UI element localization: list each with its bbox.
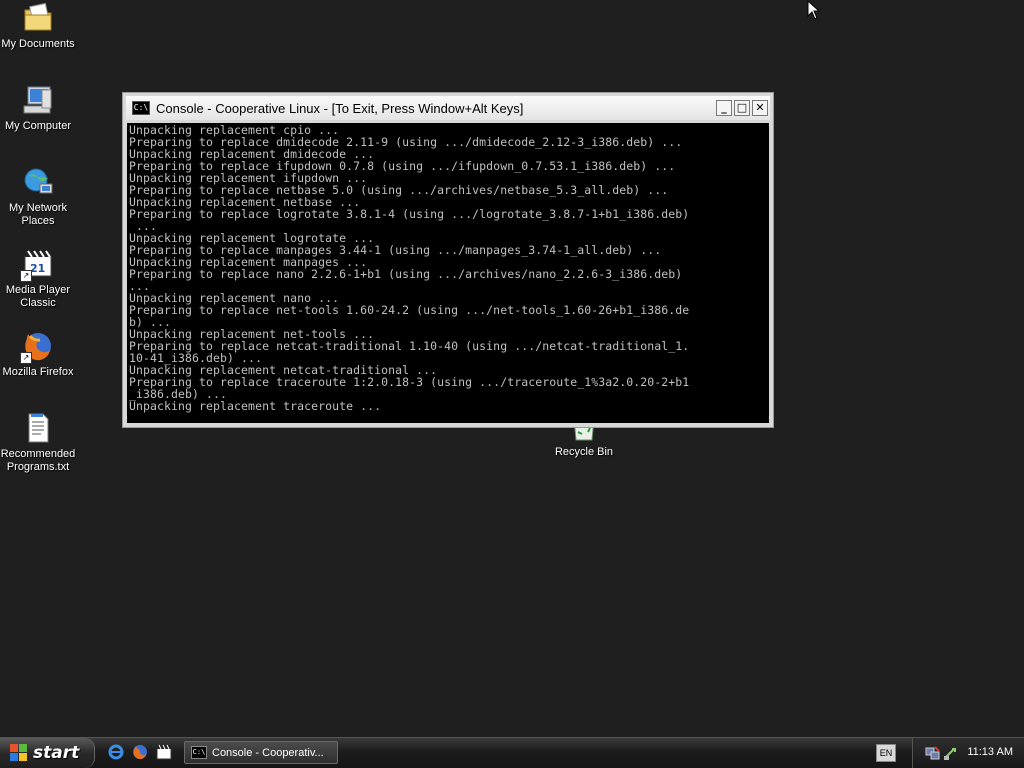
text-file-icon [22,412,54,444]
network-places-icon [22,166,54,198]
system-tray: 11:13 AM [912,738,1024,768]
desktop-icon-label: Recommended Programs.txt [0,448,76,473]
console-output-area[interactable]: Unpacking replacement cpio ... Preparing… [127,123,769,423]
shortcut-arrow-icon: ↗ [20,270,32,282]
desktop-icon-my-documents[interactable]: My Documents [0,2,76,51]
desktop-icon-media-player[interactable]: 21 ↗ Media Player Classic [0,248,76,310]
clock[interactable]: 11:13 AM [967,746,1013,758]
desktop-icon-label: Media Player Classic [5,284,71,309]
taskbar: start C:\ Console - Cooperativ... EN 11:… [0,737,1024,768]
desktop-icon-my-computer[interactable]: My Computer [0,84,76,133]
start-button[interactable]: start [0,738,95,768]
console-text: Unpacking replacement cpio ... Preparing… [129,123,690,413]
desktop-icon-firefox[interactable]: ↗ Mozilla Firefox [0,330,76,379]
desktop-icon-network-places[interactable]: My Network Places [0,166,76,228]
svg-text:21: 21 [30,262,45,275]
console-window-icon: C:\ [191,746,207,759]
desktop-icon-label: My Documents [1,38,75,50]
desktop-icon-label: My Network Places [8,202,68,227]
minimize-button[interactable]: _ [716,100,732,116]
media-player-icon[interactable] [156,744,172,760]
media-player-icon: 21 ↗ [20,248,54,282]
internet-explorer-icon[interactable] [108,744,124,760]
firefox-icon[interactable] [132,744,148,760]
my-computer-icon [22,84,54,116]
desktop-icon-recommended-programs[interactable]: Recommended Programs.txt [0,412,76,474]
safely-remove-hardware-icon[interactable] [943,745,957,764]
shortcut-arrow-icon: ↗ [20,352,32,364]
console-window[interactable]: C:\ Console - Cooperative Linux - [To Ex… [122,92,774,428]
language-indicator[interactable]: EN [876,744,896,762]
start-label: start [33,743,80,763]
mouse-cursor-icon [807,0,821,23]
network-status-icon[interactable] [925,745,941,764]
taskbar-button-console[interactable]: C:\ Console - Cooperativ... [184,741,338,764]
maximize-button[interactable]: □ [734,100,750,116]
console-window-icon: C:\ [132,101,150,115]
windows-logo-icon [10,744,28,762]
desktop-icon-label: Mozilla Firefox [2,366,74,378]
title-bar[interactable]: C:\ Console - Cooperative Linux - [To Ex… [126,96,770,120]
taskbar-button-label: Console - Cooperativ... [212,746,324,759]
window-title: Console - Cooperative Linux - [To Exit, … [156,100,524,116]
desktop-icon-label: Recycle Bin [554,446,614,458]
close-button[interactable]: ✕ [752,100,768,116]
my-documents-icon [22,2,54,34]
firefox-icon: ↗ [20,330,54,364]
desktop-icon-label: My Computer [4,120,72,132]
